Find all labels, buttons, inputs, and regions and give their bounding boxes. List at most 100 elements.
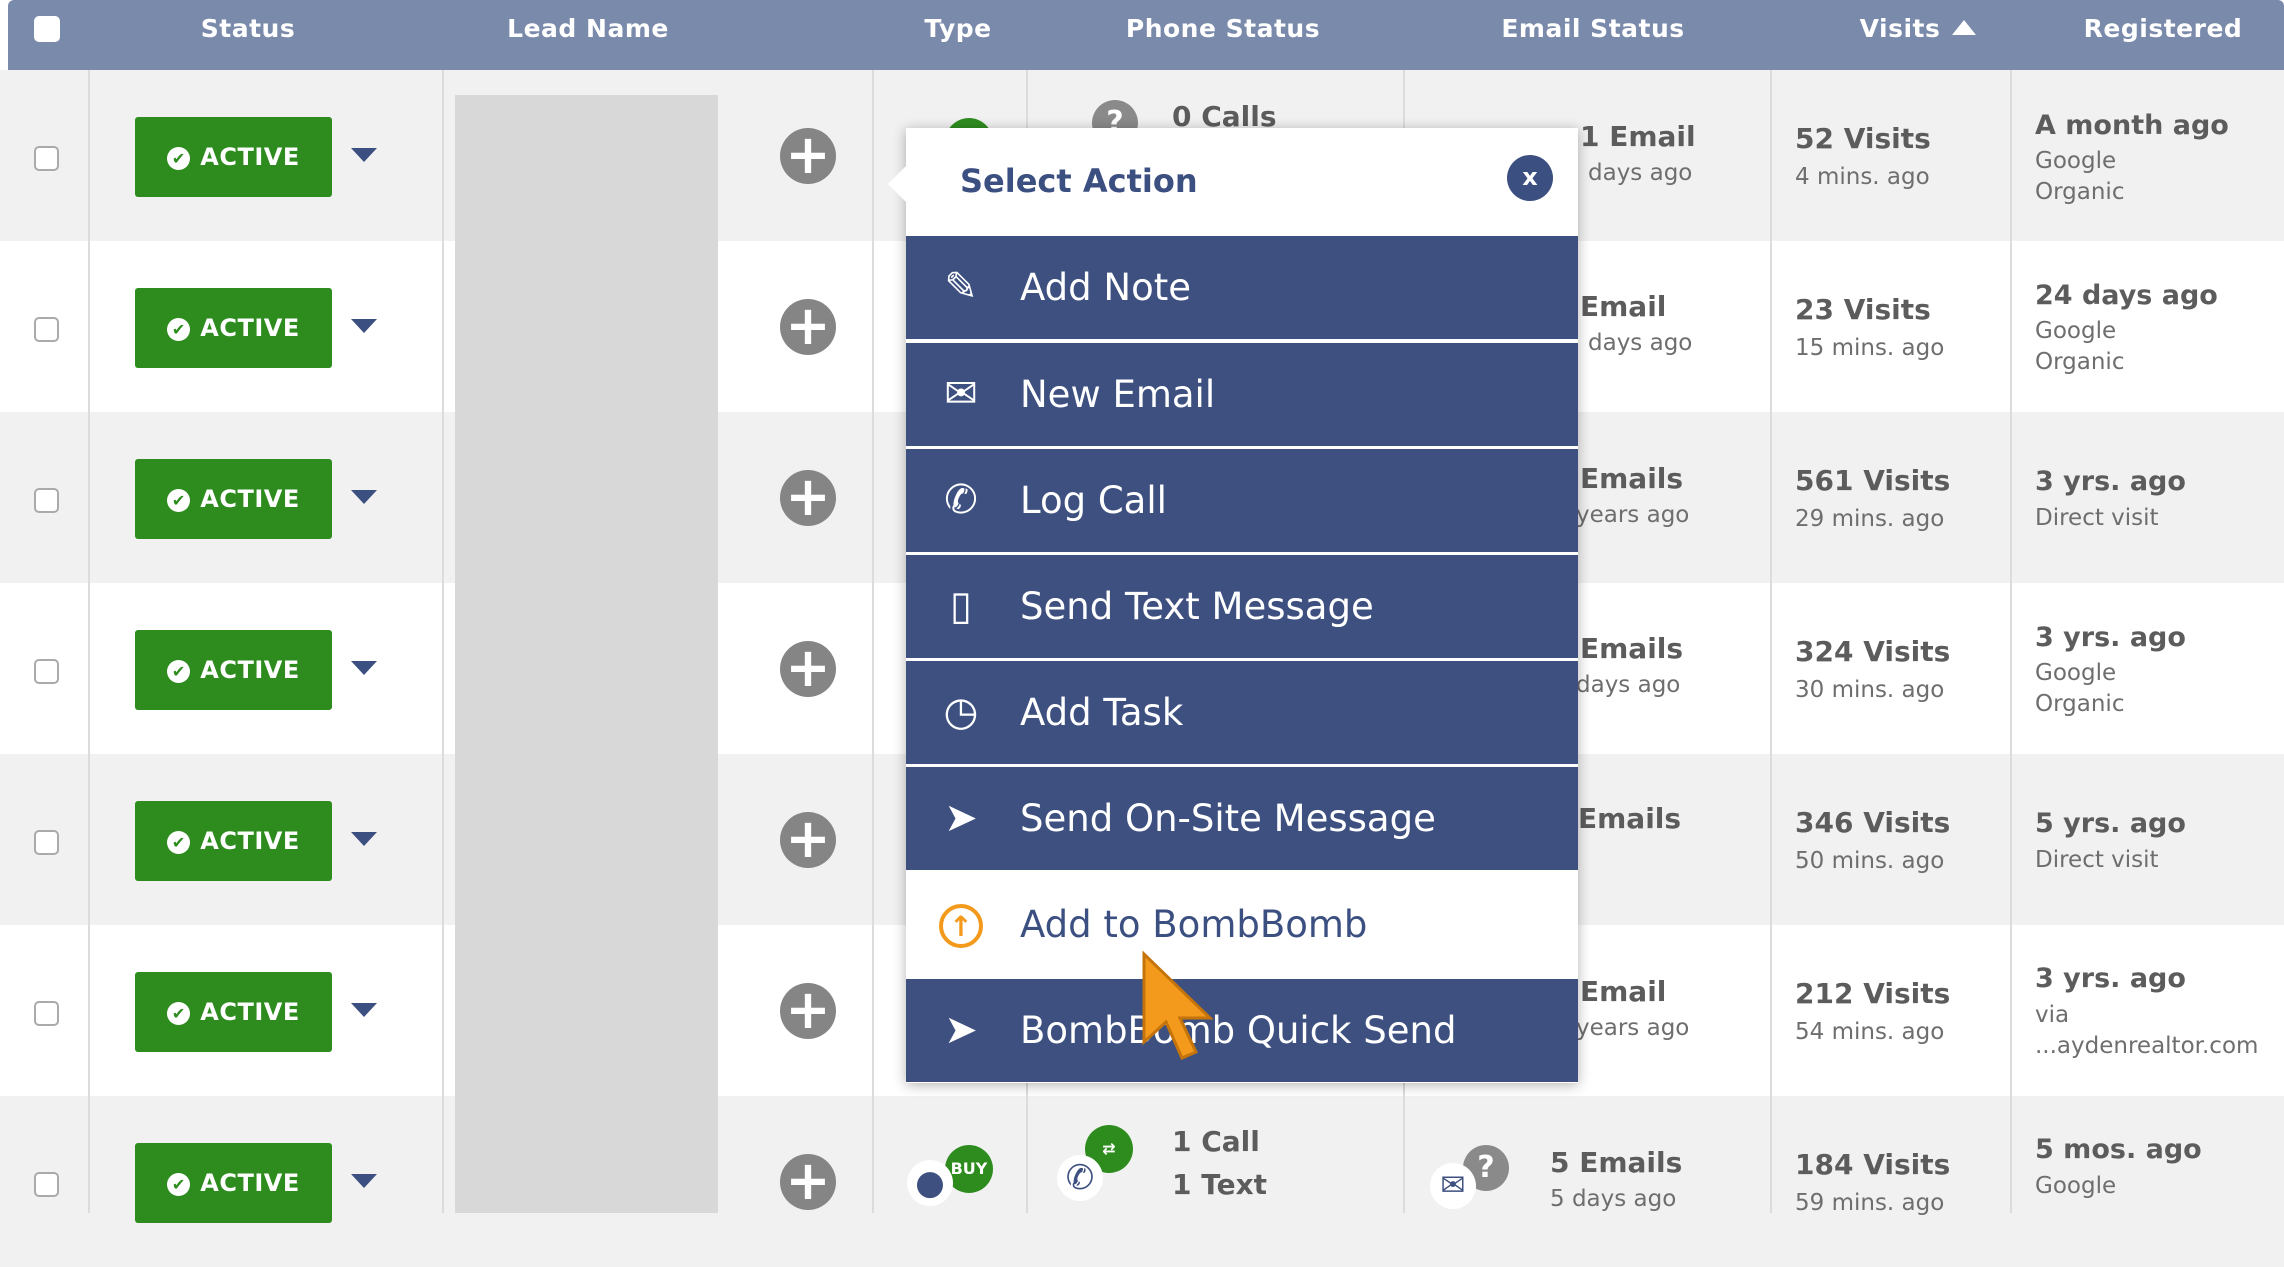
menu-item-label: Send On-Site Message [1020,797,1436,840]
registered-source-detail: Organic [2035,179,2125,205]
phone-calls-count: 1 Call [1172,1125,1260,1158]
add-action-plus-icon[interactable]: + [780,812,836,868]
lead-name-redacted [455,95,718,1213]
menu-item-send-on-site-message[interactable]: ➤ Send On-Site Message [906,767,1578,870]
registered-source: via [2035,1002,2070,1028]
visits-count: 184 Visits [1795,1148,1951,1181]
column-header-visits[interactable]: Visits [1798,0,2038,58]
add-action-plus-icon[interactable]: + [780,641,836,697]
menu-item-add-to-bombbomb[interactable]: ↑ Add to BombBomb [906,873,1578,976]
status-label: ACTIVE [200,143,300,171]
row-checkbox[interactable] [34,317,59,342]
visits-count: 324 Visits [1795,635,1951,668]
menu-item-label: Add Task [1020,691,1184,734]
column-header-email-status[interactable]: Email Status [1448,0,1738,58]
add-action-plus-icon[interactable]: + [780,983,836,1039]
status-dropdown-caret-icon[interactable] [351,1174,377,1188]
column-header-status[interactable]: Status [158,0,338,58]
column-header-phone-status[interactable]: Phone Status [1068,0,1378,58]
close-icon[interactable]: x [1507,155,1553,201]
add-action-plus-icon[interactable]: + [780,128,836,184]
status-active-button[interactable]: ✔ ACTIVE [135,972,332,1052]
status-active-button[interactable]: ✔ ACTIVE [135,117,332,197]
menu-item-add-task[interactable]: ◷ Add Task [906,661,1578,764]
email-last: years ago [1576,1015,1690,1041]
email-count: Emails [1580,462,1684,495]
paper-plane-icon: ➤ [944,795,978,841]
registered-when: 5 yrs. ago [2035,808,2186,839]
menu-item-bombbomb-quick-send[interactable]: ➤ BombBomb Quick Send [906,979,1578,1082]
registered-when: A month ago [2035,110,2229,141]
row-checkbox[interactable] [34,1001,59,1026]
table-row [0,1096,2284,1267]
registered-when: 3 yrs. ago [2035,963,2186,994]
registered-source: Direct visit [2035,847,2159,873]
registered-source-detail: Organic [2035,691,2125,717]
menu-item-label: New Email [1020,373,1216,416]
status-dropdown-caret-icon[interactable] [351,490,377,504]
check-circle-icon: ✔ [167,489,191,512]
menu-item-label: Log Call [1020,479,1167,522]
registered-when: 24 days ago [2035,280,2218,311]
visits-last: 59 mins. ago [1795,1190,1945,1216]
visits-count: 561 Visits [1795,464,1951,497]
select-all-checkbox[interactable] [34,16,60,42]
menu-item-log-call[interactable]: ✆ Log Call [906,449,1578,552]
check-circle-icon: ✔ [167,1002,191,1025]
column-divider [88,70,90,1213]
row-checkbox[interactable] [34,488,59,513]
visits-count: 52 Visits [1795,122,1931,155]
status-dropdown-caret-icon[interactable] [351,1003,377,1017]
email-last: years ago [1576,502,1690,528]
email-count: 5 Emails [1550,1146,1683,1179]
menu-item-add-note[interactable]: ✎ Add Note [906,236,1578,339]
envelope-icon: ✉ [1430,1163,1476,1209]
registered-source: Google [2035,318,2117,344]
email-count: Email [1580,290,1667,323]
row-checkbox[interactable] [34,146,59,171]
row-checkbox[interactable] [34,1172,59,1197]
menu-item-label: Send Text Message [1020,585,1374,628]
email-count: Emails [1580,632,1684,665]
popup-title: Select Action [960,162,1198,200]
status-active-button[interactable]: ✔ ACTIVE [135,801,332,881]
registered-when: 3 yrs. ago [2035,622,2186,653]
registered-source: Google [2035,1173,2117,1199]
row-checkbox[interactable] [34,830,59,855]
status-dropdown-caret-icon[interactable] [351,661,377,675]
phone-icon: ✆ [944,477,978,523]
add-action-plus-icon[interactable]: + [780,470,836,526]
email-count: 1 Email [1580,120,1696,153]
check-circle-icon: ✔ [167,318,191,341]
status-active-button[interactable]: ✔ ACTIVE [135,459,332,539]
status-label: ACTIVE [200,998,300,1026]
menu-item-new-email[interactable]: ✉ New Email [906,343,1578,446]
visits-last: 30 mins. ago [1795,677,1945,703]
column-header-type[interactable]: Type [888,0,1028,58]
status-dropdown-caret-icon[interactable] [351,319,377,333]
check-circle-icon: ✔ [167,831,191,854]
column-header-lead-name[interactable]: Lead Name [478,0,698,58]
registered-source: Google [2035,148,2117,174]
phone-texts-count: 1 Text [1172,1168,1268,1201]
menu-item-send-text-message[interactable]: ▯ Send Text Message [906,555,1578,658]
email-last: days ago [1588,330,1693,356]
status-active-button[interactable]: ✔ ACTIVE [135,630,332,710]
column-header-registered[interactable]: Registered [2068,0,2258,58]
status-active-button[interactable]: ✔ ACTIVE [135,288,332,368]
visits-last: 29 mins. ago [1795,506,1945,532]
visits-last: 15 mins. ago [1795,335,1945,361]
add-action-plus-icon[interactable]: + [780,1154,836,1210]
registered-source: Google [2035,660,2117,686]
mobile-icon: ▯ [949,583,972,629]
column-divider [442,70,444,1213]
status-label: ACTIVE [200,656,300,684]
sort-ascending-icon [1952,20,1977,35]
add-action-plus-icon[interactable]: + [780,299,836,355]
registered-source-detail: ...aydenrealtor.com [2035,1033,2259,1059]
status-dropdown-caret-icon[interactable] [351,832,377,846]
status-dropdown-caret-icon[interactable] [351,148,377,162]
row-checkbox[interactable] [34,659,59,684]
menu-item-label: Add Note [1020,266,1191,309]
status-active-button[interactable]: ✔ ACTIVE [135,1143,332,1223]
